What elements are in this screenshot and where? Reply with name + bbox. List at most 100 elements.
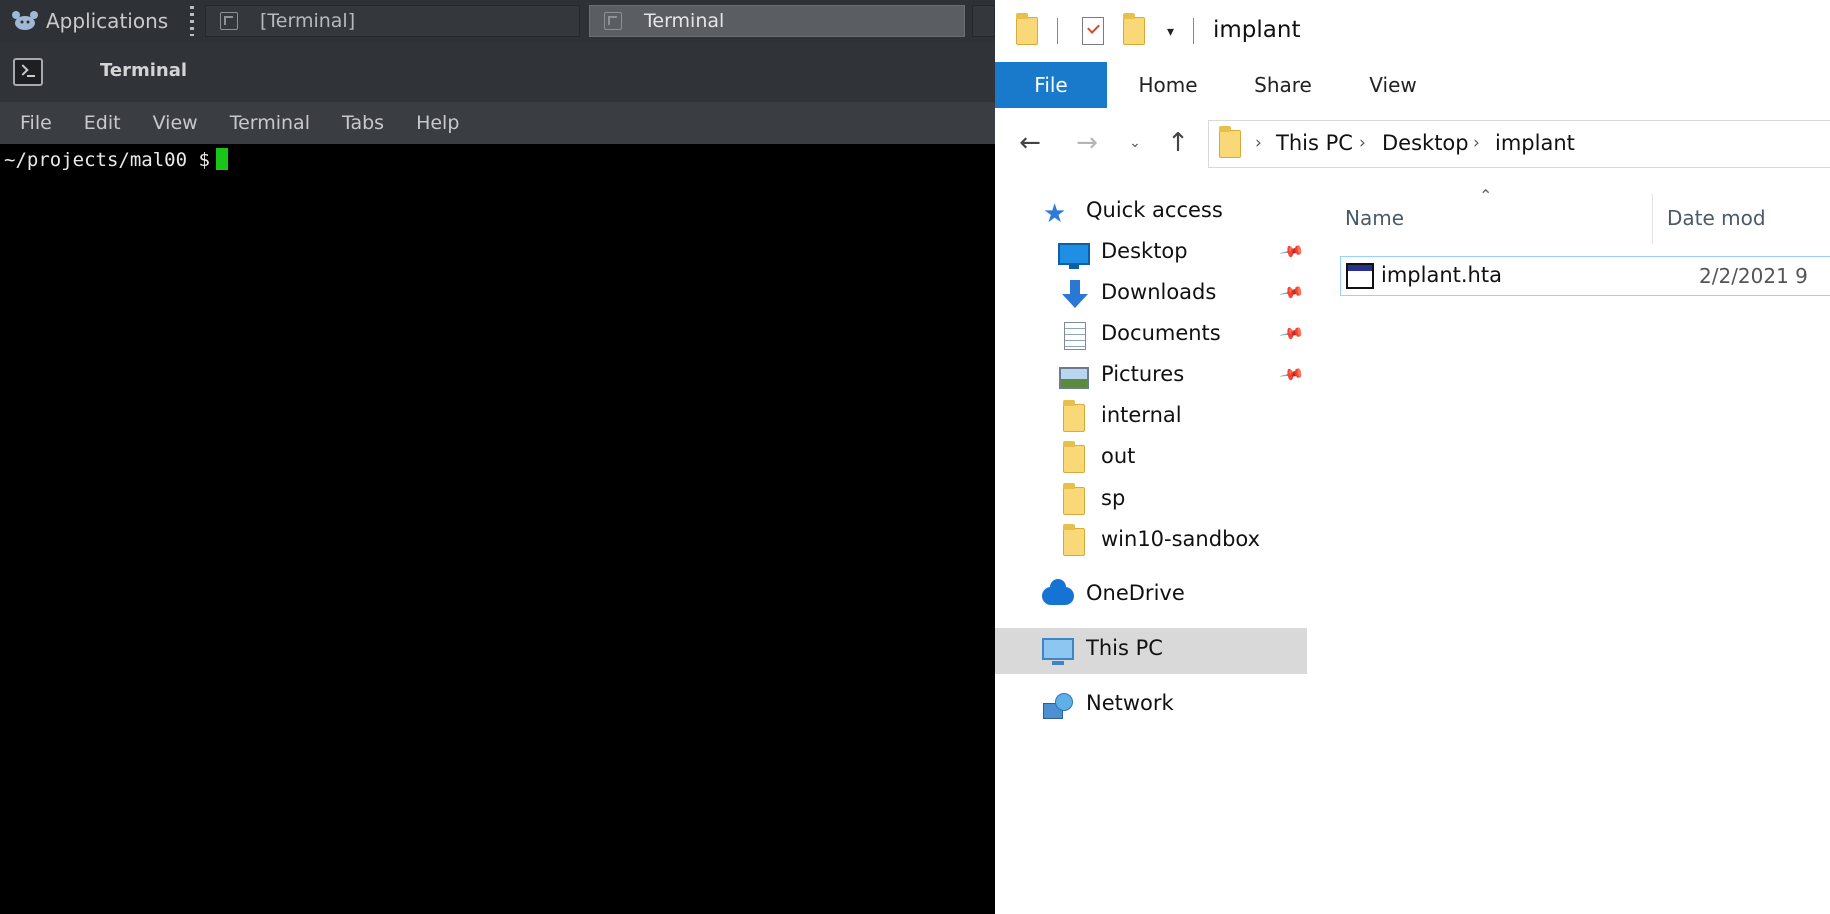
nav-label: Network [1086, 691, 1174, 715]
toolbar-separator [1193, 18, 1194, 44]
tab-home[interactable]: Home [1113, 62, 1223, 108]
breadcrumb-desktop[interactable]: Desktop [1382, 131, 1469, 155]
column-header-name[interactable]: Name [1345, 206, 1404, 230]
folder-icon [1063, 441, 1085, 473]
text-cursor [215, 148, 228, 170]
nav-quick-access[interactable]: ★ Quick access [995, 190, 1307, 236]
tab-share[interactable]: Share [1228, 62, 1338, 108]
nav-onedrive[interactable]: OneDrive [995, 573, 1307, 619]
breadcrumb-chevron-icon[interactable]: › [1255, 133, 1262, 153]
recent-locations-chevron-icon[interactable]: ⌄ [1123, 126, 1147, 160]
nav-label: win10-sandbox [1101, 527, 1261, 551]
terminal-titlebar: Terminal [0, 42, 995, 102]
network-icon [1043, 693, 1073, 719]
tab-file[interactable]: File [995, 62, 1107, 108]
nav-network[interactable]: Network [995, 683, 1307, 729]
folder-icon [1063, 483, 1085, 515]
properties-icon[interactable] [1082, 17, 1104, 45]
terminal-icon [604, 12, 622, 30]
nav-desktop[interactable]: Desktop 📌 [995, 231, 1307, 277]
menu-view[interactable]: View [153, 112, 198, 134]
menu-tabs[interactable]: Tabs [342, 112, 384, 134]
nav-label: sp [1101, 486, 1126, 510]
taskbar-separator [190, 6, 194, 36]
menu-edit[interactable]: Edit [84, 112, 121, 134]
tab-view[interactable]: View [1338, 62, 1448, 108]
pin-icon: 📌 [1278, 238, 1306, 265]
window-title: implant [1213, 17, 1301, 43]
forward-arrow-icon[interactable]: → [1070, 126, 1104, 160]
nav-folder-sp[interactable]: sp [995, 478, 1307, 524]
ribbon-tabs: File Home Share View [995, 62, 1830, 109]
breadcrumb-chevron-icon[interactable]: › [1359, 133, 1366, 153]
folder-icon [1063, 400, 1085, 432]
nav-label: out [1101, 444, 1136, 468]
file-row[interactable]: implant.hta 2/2/2021 9 [1340, 256, 1830, 296]
nav-label: OneDrive [1086, 581, 1185, 605]
nav-label: Downloads [1101, 280, 1217, 304]
quick-access-toolbar: ▾ implant [995, 0, 1830, 62]
file-list[interactable]: ⌃ Name Date mod implant.hta 2/2/2021 9 [1307, 178, 1830, 914]
column-divider[interactable] [1652, 194, 1653, 244]
up-arrow-icon[interactable]: ↑ [1161, 126, 1195, 160]
nav-folder-internal[interactable]: internal [995, 395, 1307, 441]
terminal-app-icon[interactable] [13, 58, 43, 86]
pictures-icon [1059, 367, 1089, 389]
file-date-modified: 2/2/2021 9 [1699, 264, 1808, 288]
navigation-pane: ★ Quick access Desktop 📌 Downloads 📌 Doc… [995, 178, 1308, 914]
nav-label: Pictures [1101, 362, 1185, 386]
linux-desktop: Applications [Terminal] Terminal Termina… [0, 0, 995, 914]
breadcrumb-chevron-icon[interactable]: › [1473, 133, 1480, 153]
nav-folder-out[interactable]: out [995, 436, 1307, 482]
taskbar-task-terminal-1[interactable]: [Terminal] [205, 5, 580, 37]
nav-label: Documents [1101, 321, 1221, 345]
hta-application-icon [1346, 263, 1374, 289]
shell-prompt-line: ~/projects/mal00 $ [4, 148, 228, 171]
pin-icon: 📌 [1278, 279, 1306, 306]
star-icon: ★ [1043, 199, 1067, 229]
terminal-icon [220, 12, 238, 30]
mouse-logo-icon [12, 11, 38, 30]
sort-ascending-icon: ⌃ [1479, 186, 1493, 205]
folder-icon [1063, 524, 1085, 556]
nav-label: Desktop [1101, 239, 1188, 263]
column-header-date-modified[interactable]: Date mod [1667, 206, 1766, 230]
task-label: Terminal [644, 10, 725, 32]
download-icon [1060, 280, 1090, 312]
nav-label: internal [1101, 403, 1182, 427]
folder-icon [1016, 13, 1038, 45]
desktop-icon [1058, 243, 1090, 269]
address-bar[interactable]: › This PC › Desktop › implant [1208, 120, 1830, 168]
breadcrumb-implant[interactable]: implant [1495, 131, 1575, 155]
navigation-bar: ← → ⌄ ↑ › This PC › Desktop › implant [995, 108, 1830, 178]
breadcrumb-this-pc[interactable]: This PC [1276, 131, 1353, 155]
nav-pictures[interactable]: Pictures 📌 [995, 354, 1307, 400]
nav-this-pc[interactable]: This PC [995, 628, 1307, 674]
new-folder-icon[interactable] [1123, 13, 1145, 45]
taskbar-task-terminal-2[interactable]: Terminal [589, 5, 965, 37]
nav-documents[interactable]: Documents 📌 [995, 313, 1307, 359]
window-title: Terminal [100, 60, 188, 81]
file-explorer-window: ▾ implant File Home Share View ← → ⌄ ↑ ›… [995, 0, 1830, 914]
menu-help[interactable]: Help [416, 112, 459, 134]
applications-menu-button[interactable]: Applications [10, 7, 168, 35]
folder-icon [1219, 126, 1241, 158]
menu-terminal[interactable]: Terminal [230, 112, 310, 134]
back-arrow-icon[interactable]: ← [1013, 126, 1047, 160]
menu-file[interactable]: File [20, 112, 52, 134]
terminal-output[interactable]: ~/projects/mal00 $ [0, 144, 995, 914]
onedrive-cloud-icon [1042, 579, 1074, 605]
terminal-menubar: File Edit View Terminal Tabs Help [0, 102, 995, 144]
taskbar-task-overflow[interactable] [972, 5, 995, 37]
computer-icon [1042, 638, 1074, 665]
toolbar-separator [1057, 18, 1058, 44]
document-icon [1064, 322, 1086, 350]
file-name: implant.hta [1381, 263, 1502, 287]
pin-icon: 📌 [1278, 361, 1306, 388]
nav-downloads[interactable]: Downloads 📌 [995, 272, 1307, 318]
nav-folder-win10-sandbox[interactable]: win10-sandbox [995, 519, 1307, 565]
nav-label: Quick access [1086, 198, 1223, 222]
taskbar: Applications [Terminal] Terminal [0, 0, 995, 43]
pin-icon: 📌 [1278, 320, 1306, 347]
customize-toolbar-chevron-icon[interactable]: ▾ [1167, 24, 1174, 40]
